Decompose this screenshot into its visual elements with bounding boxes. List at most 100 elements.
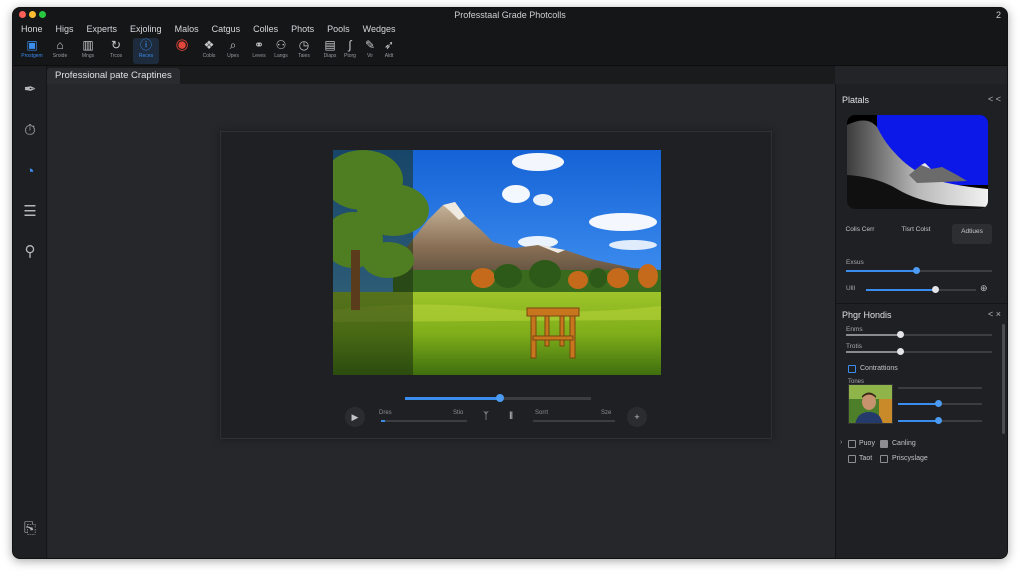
waveform-icon[interactable]: ᛉ — [483, 411, 489, 422]
panel-collapse-chevrons[interactable]: < < — [988, 94, 1001, 104]
option-label-3: Taot — [859, 455, 873, 462]
pen-icon[interactable]: ✒ — [20, 80, 40, 100]
menu-bar: Hone Higs Experts Exjoling Malos Catgus Colles… — [13, 22, 1007, 36]
portrait-slider-2-knob[interactable] — [935, 400, 942, 407]
slider-ulll[interactable] — [866, 286, 976, 293]
export-icon[interactable]: ⎘ — [20, 519, 40, 539]
slider-enms[interactable] — [846, 331, 992, 338]
slider-enms-label: Enms — [846, 326, 863, 333]
toolbar-label: Trcos — [109, 53, 123, 59]
toolbar-label: Taies — [298, 53, 310, 59]
reset-icon[interactable]: ⊕ — [980, 283, 988, 294]
option-label-4: Priscyslage — [892, 455, 928, 462]
toolbar-info-button[interactable]: ⓘ Reces — [133, 38, 159, 64]
toolbar-clock-button[interactable]: ◷ Taies — [291, 38, 317, 64]
rotate-icon: ↻ — [110, 38, 122, 52]
portrait-thumbnail[interactable] — [848, 384, 893, 424]
slider-trotis-fill — [846, 351, 900, 353]
toolbar-label: Upes — [227, 53, 239, 59]
toolbar-label: Aldt — [384, 53, 394, 59]
segment-adjust-button[interactable]: Adtiues — [952, 224, 992, 244]
playback-label-d: Sze — [601, 410, 612, 416]
search-icon: ⌕ — [229, 38, 237, 52]
menu-item-1[interactable]: Higs — [56, 22, 74, 36]
toolbar-frame-button[interactable]: ▣ Prostgem — [19, 38, 45, 64]
portrait-slider-2[interactable] — [898, 400, 982, 407]
timeline-track[interactable] — [405, 394, 591, 402]
preview-stage: ▶ Dres Stio ᛉ ‖ Sorrt Sze + — [220, 131, 772, 439]
portrait-slider-1[interactable] — [898, 387, 982, 389]
share-icon[interactable]: ⚲ — [20, 242, 40, 262]
playback-label-c: Sorrt — [535, 410, 549, 416]
right-panel: Platals < < Colis Cerr Tisrt Colst Adtiu… — [835, 84, 1007, 558]
menu-item-7[interactable]: Phots — [291, 22, 314, 36]
expand-caret-icon[interactable]: › — [840, 439, 842, 446]
menu-item-2[interactable]: Experts — [87, 22, 118, 36]
playback-slider-a-fill — [381, 420, 385, 422]
option-label-1: Puoy — [859, 440, 875, 447]
layers-icon: ▥ — [82, 38, 94, 52]
frame-icon: ▣ — [26, 38, 38, 52]
canvas-area: ▶ Dres Stio ᛉ ‖ Sorrt Sze + — [48, 84, 835, 558]
timeline-knob[interactable] — [496, 394, 504, 402]
segment-tint-color[interactable]: Tisrt Colst — [894, 224, 938, 244]
playback-label-b: Stio — [453, 410, 464, 416]
toolbar-shapes-button[interactable]: ❖ Cobls — [196, 38, 222, 64]
menu-item-5[interactable]: Catgus — [212, 22, 241, 36]
pointer-icon: ➶ — [383, 38, 395, 52]
option-label-2: Canling — [892, 440, 916, 447]
option-checkbox-1[interactable] — [848, 440, 856, 448]
stack-icon[interactable]: ☰ — [20, 202, 40, 222]
toolbar-home-button[interactable]: ⌂ Sroide — [47, 38, 73, 64]
menu-item-0[interactable]: Hone — [21, 22, 43, 36]
playback-slider-a[interactable] — [381, 420, 467, 422]
slider-ulll-knob[interactable] — [932, 286, 939, 293]
toolbar-pointer-button[interactable]: ➶ Aldt — [376, 38, 402, 64]
playback-slider-b[interactable] — [533, 420, 615, 422]
landscape-photo[interactable] — [333, 150, 661, 375]
portrait-slider-3-fill — [898, 420, 938, 422]
window-title: Professtaal Grade Photcolls — [454, 10, 566, 20]
contrast-checkbox[interactable] — [848, 365, 856, 373]
histogram-art — [847, 115, 988, 209]
toolbar-layers-button[interactable]: ▥ Mngs — [75, 38, 101, 64]
home-icon: ⌂ — [56, 38, 64, 52]
portrait-slider-3[interactable] — [898, 417, 982, 424]
toolbar-color-wheel-button[interactable]: ◉ — [169, 37, 195, 64]
segment-color-correct[interactable]: Colis Cerr — [844, 224, 876, 244]
panel-scrollbar[interactable] — [1002, 324, 1005, 434]
panel-title-top: Platals — [842, 95, 870, 105]
option-checkbox-4[interactable] — [880, 455, 888, 463]
add-button[interactable]: + — [627, 407, 647, 427]
document-tab[interactable]: Professional pate Craptines — [47, 68, 180, 84]
slider-trotis[interactable] — [846, 348, 992, 355]
menu-item-3[interactable]: Exjoling — [130, 22, 162, 36]
contrast-checkbox-label: Contrattions — [860, 365, 898, 372]
slider-exposure[interactable] — [846, 267, 992, 274]
pause-icon[interactable]: ‖ — [509, 411, 513, 422]
menu-item-4[interactable]: Malos — [175, 22, 199, 36]
lens-icon[interactable]: ◔ — [20, 162, 40, 182]
menu-item-8[interactable]: Pools — [327, 22, 350, 36]
histogram-thumbnail — [847, 115, 988, 209]
portrait-slider-3-knob[interactable] — [935, 417, 942, 424]
toolbar-search-button[interactable]: ⌕ Upes — [220, 38, 246, 64]
slider-trotis-knob[interactable] — [897, 348, 904, 355]
menu-item-6[interactable]: Colles — [253, 22, 278, 36]
slider-enms-knob[interactable] — [897, 331, 904, 338]
option-checkbox-2[interactable] — [880, 440, 888, 448]
toolbar-label: Prostgem — [21, 53, 43, 59]
slider-exposure-knob[interactable] — [913, 267, 920, 274]
timer-icon[interactable]: ⏱ — [20, 121, 40, 141]
panel-second-chevrons[interactable]: < × — [988, 309, 1001, 319]
toolbar-label: Mngs — [81, 53, 95, 59]
toolbar-label: Sroide — [52, 53, 68, 59]
tool-bar: ▣ Prostgem ⌂ Sroide ▥ Mngs ↻ Trcos ⓘ Reces ◉ ❖ Cobls… — [13, 36, 1007, 66]
document-tab-row: Professional pate Craptines — [13, 66, 835, 84]
panel-title-second: Phgr Hondis — [842, 310, 892, 320]
menu-item-9[interactable]: Wedges — [363, 22, 396, 36]
toolbar-rotate-button[interactable]: ↻ Trcos — [103, 38, 129, 64]
play-button[interactable]: ▶ — [345, 407, 365, 427]
option-checkbox-3[interactable] — [848, 455, 856, 463]
clock-icon: ◷ — [298, 38, 310, 52]
